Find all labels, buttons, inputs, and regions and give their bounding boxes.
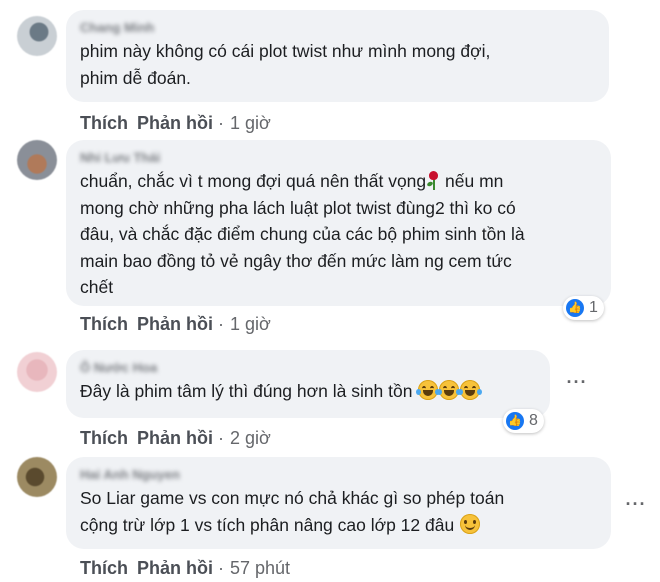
reply-button[interactable]: Phản hồi [137,428,213,448]
comment-bubble: Ô Nước Hoa Đây là phim tâm lý thì đúng h… [66,350,550,418]
comment-bubble: Chang Minh phim này không có cái plot tw… [66,10,609,102]
like-button[interactable]: Thích [80,558,128,578]
comment-text-part: So Liar game vs con mực nó chả khác gì s… [80,488,505,535]
separator-dot: · [218,428,224,448]
like-reaction-icon: 👍 [506,412,524,430]
comment-author[interactable]: Ô Nước Hoa [80,358,536,378]
comment-actions: Thích Phản hồi · 1 giờ [80,112,271,134]
like-button[interactable]: Thích [80,113,128,133]
comment-text-part: Đây là phim tâm lý thì đúng hơn là sinh … [80,381,418,401]
comment-text: phim này không có cái plot twist như mìn… [80,41,491,88]
like-reaction-icon: 👍 [566,299,584,317]
rose-emoji-icon [426,170,440,190]
comment-time[interactable]: 57 phút [230,558,290,578]
reaction-summary[interactable]: 👍 8 [503,409,544,433]
comment-time[interactable]: 2 giờ [230,428,271,448]
reaction-count: 8 [529,412,538,429]
like-button[interactable]: Thích [80,428,128,448]
avatar[interactable] [17,16,57,56]
like-button[interactable]: Thích [80,314,128,334]
comment-text: Đây là phim tâm lý thì đúng hơn là sinh … [80,378,536,405]
separator-dot: · [218,314,224,334]
comment-bubble: Nhi Lưu Thái chuẩn, chắc vì t mong đợi q… [66,140,611,306]
reply-button[interactable]: Phản hồi [137,558,213,578]
separator-dot: · [218,558,224,578]
comment-text: So Liar game vs con mực nó chả khác gì s… [80,485,597,538]
smile-emoji-icon [460,513,481,534]
comment-author[interactable]: Nhi Lưu Thái [80,148,597,168]
comment-actions: Thích Phản hồi · 1 giờ [80,313,271,335]
comment-text: chuẩn, chắc vì t mong đợi quá nên thất v… [80,168,597,301]
comment-author[interactable]: Chang Minh [80,18,595,38]
comment-time[interactable]: 1 giờ [230,113,271,133]
joy-emoji-icon [458,380,483,400]
joy-emoji-icon [437,380,462,400]
reaction-count: 1 [589,299,598,316]
more-options-icon[interactable]: ··· [565,372,589,392]
comment-actions: Thích Phản hồi · 2 giờ [80,427,271,449]
comment-text-part: chuẩn, chắc vì t mong đợi quá nên thất v… [80,171,427,191]
comment-author[interactable]: Hai Anh Nguyen [80,465,597,485]
avatar[interactable] [17,140,57,180]
reaction-summary[interactable]: 👍 1 [563,296,604,320]
separator-dot: · [218,113,224,133]
comment-bubble: Hai Anh Nguyen So Liar game vs con mực n… [66,457,611,549]
avatar[interactable] [17,457,57,497]
avatar[interactable] [17,352,57,392]
comment-actions: Thích Phản hồi · 57 phút [80,557,290,579]
more-options-icon[interactable]: ··· [624,494,648,514]
reply-button[interactable]: Phản hồi [137,113,213,133]
joy-emoji-icon [416,380,441,400]
comment-time[interactable]: 1 giờ [230,314,271,334]
reply-button[interactable]: Phản hồi [137,314,213,334]
